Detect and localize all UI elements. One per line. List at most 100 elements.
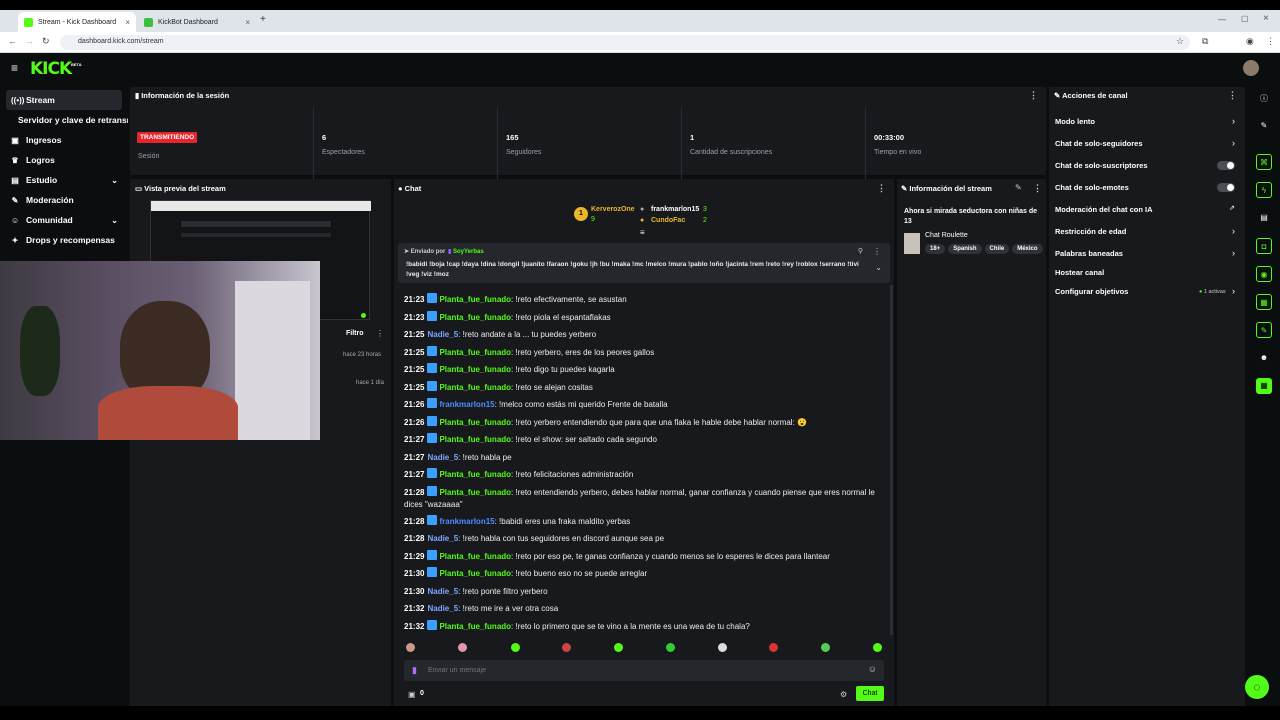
message-username[interactable]: Planta_fue_funado: [439, 365, 511, 374]
message-username[interactable]: Planta_fue_funado: [439, 418, 511, 427]
stats-icon[interactable]: ▦: [1256, 294, 1272, 310]
leaderboard-name[interactable]: CundoFac: [651, 217, 685, 224]
chat-settings-icon[interactable]: ⚙: [840, 690, 847, 699]
browser-menu-icon[interactable]: ⋮: [1266, 36, 1275, 47]
forward-icon[interactable]: →: [25, 36, 34, 46]
pin-icon[interactable]: ⚲: [858, 247, 863, 255]
address-bar[interactable]: dashboard.kick.com/stream: [60, 35, 1190, 50]
extensions-icon[interactable]: ⧉: [1202, 36, 1208, 47]
user-avatar[interactable]: [1243, 60, 1259, 76]
message-username[interactable]: Planta_fue_funado: [439, 295, 511, 304]
stream-info-menu-icon[interactable]: ⋮: [1033, 183, 1042, 194]
document-icon[interactable]: ▤: [1256, 210, 1272, 226]
sidebar-item-logros[interactable]: ♛ Logros: [0, 150, 128, 170]
channel-actions-menu-icon[interactable]: ⋮: [1228, 90, 1237, 101]
message-username[interactable]: Planta_fue_funado: [439, 348, 511, 357]
sidebar-item-ingresos[interactable]: ▣ Ingresos: [0, 130, 128, 150]
action-age-restriction[interactable]: Restricción de edad ›: [1049, 223, 1245, 243]
layout-icon[interactable]: ▦: [1256, 378, 1272, 394]
sidebar-item-drops[interactable]: ✦ Drops y recompensas: [0, 230, 128, 250]
emote-icon[interactable]: [458, 643, 467, 652]
message-username[interactable]: Nadie_5: [427, 453, 458, 462]
sidebar-item-moderacion[interactable]: ✎ Moderación: [0, 190, 128, 210]
wrench-icon[interactable]: ✎: [1256, 322, 1272, 338]
chat-input-box[interactable]: ▮ ☺: [404, 660, 884, 681]
new-tab-icon[interactable]: +: [260, 14, 266, 25]
message-username[interactable]: Nadie_5: [427, 330, 458, 339]
emote-icon[interactable]: [511, 643, 520, 652]
message-username[interactable]: Planta_fue_funado: [439, 569, 511, 578]
broadcast-icon[interactable]: ◉: [1256, 266, 1272, 282]
pinned-user[interactable]: ▮ SoyYerbas: [448, 248, 484, 255]
emote-icon[interactable]: [406, 643, 415, 652]
emote-icon[interactable]: [873, 643, 882, 652]
send-chat-button[interactable]: Chat: [856, 686, 884, 701]
message-username[interactable]: frankmarlon15: [439, 400, 494, 409]
filter-label[interactable]: Filtro: [346, 330, 364, 337]
emote-icon[interactable]: [562, 643, 571, 652]
message-username[interactable]: Planta_fue_funado: [439, 622, 511, 631]
emote-icon[interactable]: [769, 643, 778, 652]
users-icon[interactable]: ☻: [1256, 350, 1272, 366]
sidebar-item-server-key[interactable]: Servidor y clave de retransmisión: [0, 110, 128, 130]
window-close-icon[interactable]: ×: [1263, 13, 1269, 24]
sidebar-item-estudio[interactable]: ▤ Estudio ⌄: [0, 170, 128, 190]
user-badge-icon: [427, 293, 438, 303]
message-username[interactable]: Nadie_5: [427, 587, 458, 596]
chat-icon[interactable]: ◘: [1256, 238, 1272, 254]
edit-icon[interactable]: ✎: [1256, 118, 1272, 134]
panel-toggle-icon[interactable]: ⌘: [1256, 154, 1272, 170]
profile-icon[interactable]: ◉: [1246, 36, 1254, 47]
chevron-down-icon[interactable]: ⌄: [875, 263, 882, 272]
message-username[interactable]: Nadie_5: [427, 534, 458, 543]
back-icon[interactable]: ←: [8, 36, 17, 46]
emote-icon[interactable]: [666, 643, 675, 652]
sidebar-item-stream[interactable]: ((•)) Stream: [6, 90, 122, 110]
close-tab-icon[interactable]: ×: [125, 18, 130, 27]
action-ai-moderation[interactable]: Moderación del chat con IA ⇗: [1049, 201, 1245, 221]
session-menu-icon[interactable]: ⋮: [1029, 90, 1038, 101]
info-icon[interactable]: ⓘ: [1256, 91, 1272, 107]
bolt-icon[interactable]: ϟ: [1256, 182, 1272, 198]
close-tab-icon[interactable]: ×: [245, 18, 250, 27]
browser-tab-stream[interactable]: Stream - Kick Dashboard ×: [18, 12, 136, 32]
bookmark-star-icon[interactable]: ☆: [1176, 36, 1184, 47]
category-name[interactable]: Chat Roulette: [925, 232, 968, 239]
action-slow-mode[interactable]: Modo lento ›: [1049, 113, 1245, 133]
filter-menu-icon[interactable]: ⋮: [376, 329, 384, 338]
action-goals[interactable]: Configurar objetivos ● 1 activas ›: [1049, 283, 1245, 303]
leaderboard-name[interactable]: KerverozOne: [591, 206, 635, 213]
browser-tab-kickbot[interactable]: KickBot Dashboard ×: [138, 12, 256, 32]
message-username[interactable]: Planta_fue_funado: [439, 552, 511, 561]
leaderboard-name[interactable]: frankmarlon15: [651, 206, 699, 213]
message-username[interactable]: frankmarlon15: [439, 517, 494, 526]
minimize-icon[interactable]: —: [1218, 15, 1226, 24]
emote-icon[interactable]: [821, 643, 830, 652]
expand-leaderboard-icon[interactable]: ≡: [640, 228, 645, 237]
kick-logo[interactable]: KICK: [30, 59, 72, 79]
message-username[interactable]: Planta_fue_funado: [439, 435, 511, 444]
hamburger-menu-icon[interactable]: ≡: [11, 61, 18, 75]
pinned-menu-icon[interactable]: ⋮: [873, 247, 881, 256]
action-followers-only[interactable]: Chat de solo-seguidores ›: [1049, 135, 1245, 155]
action-host-channel[interactable]: Hostear canal: [1049, 264, 1245, 284]
message-username[interactable]: Planta_fue_funado: [439, 313, 511, 322]
edit-icon[interactable]: ✎: [1015, 183, 1022, 192]
maximize-icon[interactable]: ▢: [1241, 14, 1249, 23]
action-banned-words[interactable]: Palabras baneadas ›: [1049, 245, 1245, 265]
chat-message-input[interactable]: [428, 663, 848, 678]
emote-icon[interactable]: [718, 643, 727, 652]
chat-menu-icon[interactable]: ⋮: [877, 183, 886, 194]
message-username[interactable]: Planta_fue_funado: [439, 470, 511, 479]
emotes-only-toggle[interactable]: [1217, 183, 1235, 192]
help-chat-icon[interactable]: ◌: [1245, 675, 1269, 699]
chat-scrollbar[interactable]: [890, 285, 893, 635]
message-username[interactable]: Nadie_5: [427, 604, 458, 613]
message-username[interactable]: Planta_fue_funado: [439, 383, 511, 392]
reload-icon[interactable]: ↻: [42, 36, 50, 47]
emote-icon[interactable]: [614, 643, 623, 652]
sidebar-item-comunidad[interactable]: ☺ Comunidad ⌄: [0, 210, 128, 230]
subscribers-only-toggle[interactable]: [1217, 161, 1235, 170]
message-username[interactable]: Planta_fue_funado: [439, 488, 511, 497]
emoji-icon[interactable]: ☺: [868, 664, 877, 674]
